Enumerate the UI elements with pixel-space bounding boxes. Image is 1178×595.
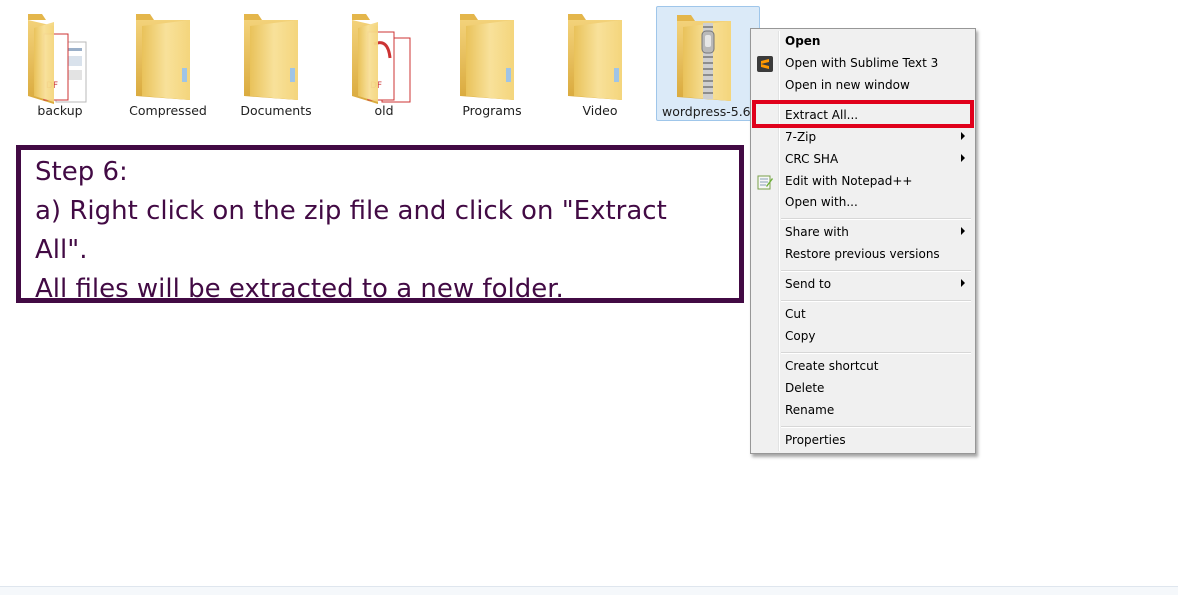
menu-item-label: Create shortcut — [785, 359, 879, 373]
instruction-line: All files will be extracted to a new fol… — [35, 274, 564, 304]
submenu-arrow-icon — [961, 279, 965, 287]
menu-separator — [781, 300, 971, 302]
folder-icon — [460, 14, 514, 100]
menu-item-properties[interactable]: Properties — [753, 430, 973, 452]
menu-item-open[interactable]: Open — [753, 31, 973, 53]
menu-item-label: Delete — [785, 381, 825, 395]
folder-icon — [568, 14, 622, 100]
menu-item-open-with[interactable]: Open with... — [753, 192, 973, 214]
menu-item-label: Open with... — [785, 195, 858, 209]
menu-item-label: Open with Sublime Text 3 — [785, 56, 939, 70]
instruction-step-title: Step 6: — [35, 157, 128, 187]
file-label: Documents — [240, 103, 312, 118]
notepad-plus-plus-icon — [757, 175, 773, 190]
menu-item-label: Rename — [785, 403, 835, 417]
folder-video[interactable]: Video — [548, 6, 652, 121]
menu-separator — [781, 352, 971, 354]
menu-item-rename[interactable]: Rename — [753, 400, 973, 422]
zip-file-wordpress[interactable]: wordpress-5.6.zip — [656, 6, 773, 121]
menu-separator — [781, 270, 971, 272]
menu-separator — [781, 218, 971, 220]
context-menu: Open Open with Sublime Text 3 Open in ne… — [750, 28, 976, 454]
menu-item-label: Cut — [785, 307, 806, 321]
menu-item-edit-with-notepad[interactable]: Edit with Notepad++ — [753, 171, 973, 193]
folder-with-pdf-icon: DF — [352, 14, 411, 104]
menu-item-share-with[interactable]: Share with — [753, 222, 973, 244]
instruction-line: a) Right click on the zip file and click… — [35, 196, 667, 265]
menu-item-label: CRC SHA — [785, 152, 839, 166]
menu-item-label: 7-Zip — [785, 130, 817, 144]
file-label: Programs — [462, 103, 522, 118]
menu-item-label: Open in new window — [785, 78, 910, 92]
menu-item-restore-previous-versions[interactable]: Restore previous versions — [753, 244, 973, 266]
folder-with-documents-icon: DF — [28, 14, 87, 104]
submenu-arrow-icon — [961, 132, 965, 140]
sublime-text-icon — [757, 56, 773, 72]
menu-item-open-with-sublime[interactable]: Open with Sublime Text 3 — [753, 53, 973, 75]
menu-item-7-zip[interactable]: 7-Zip — [753, 127, 973, 149]
menu-item-delete[interactable]: Delete — [753, 378, 973, 400]
menu-item-send-to[interactable]: Send to — [753, 274, 973, 296]
menu-item-cut[interactable]: Cut — [753, 304, 973, 326]
file-label: old — [374, 103, 394, 118]
status-bar-edge — [0, 586, 1178, 595]
folder-icon — [136, 14, 190, 100]
instruction-box: Step 6: a) Right click on the zip file a… — [16, 145, 744, 304]
menu-item-label: Send to — [785, 277, 832, 291]
submenu-arrow-icon — [961, 154, 965, 162]
menu-item-label: Restore previous versions — [785, 247, 940, 261]
folder-icon — [244, 14, 298, 100]
folder-backup[interactable]: DF backup — [8, 6, 112, 121]
folder-programs[interactable]: Programs — [440, 6, 544, 121]
menu-item-create-shortcut[interactable]: Create shortcut — [753, 356, 973, 378]
folder-compressed[interactable]: Compressed — [116, 6, 220, 121]
menu-item-label: Share with — [785, 225, 849, 239]
menu-item-crc-sha[interactable]: CRC SHA — [753, 149, 973, 171]
file-label: backup — [37, 103, 83, 118]
menu-item-copy[interactable]: Copy — [753, 326, 973, 348]
menu-item-label: Properties — [785, 433, 846, 447]
folder-old[interactable]: DF old — [332, 6, 436, 121]
menu-item-label: Copy — [785, 329, 816, 343]
submenu-arrow-icon — [961, 227, 965, 235]
menu-item-label: Open — [785, 34, 821, 48]
extract-all-highlight-box — [752, 100, 974, 128]
zip-folder-icon — [677, 15, 731, 101]
menu-item-open-in-new-window[interactable]: Open in new window — [753, 75, 973, 97]
file-label: Video — [582, 103, 618, 118]
menu-item-label: Edit with Notepad++ — [785, 174, 913, 188]
menu-separator — [781, 426, 971, 428]
folder-documents[interactable]: Documents — [224, 6, 328, 121]
file-label: Compressed — [129, 103, 207, 118]
